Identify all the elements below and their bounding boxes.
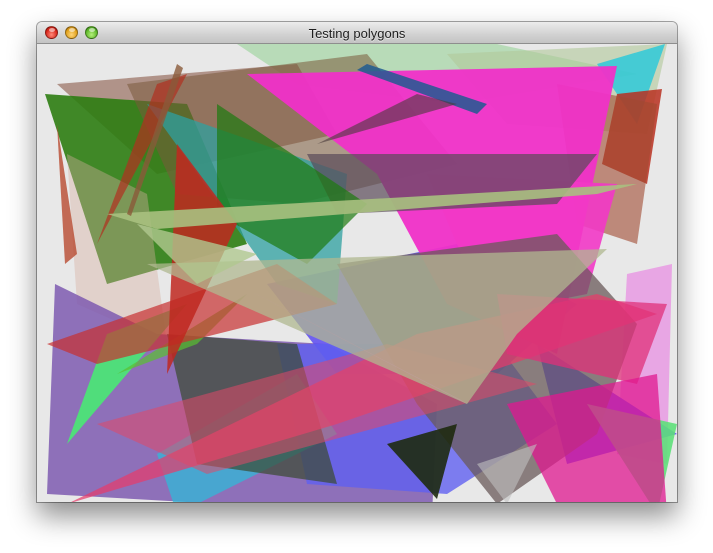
window-title: Testing polygons (308, 26, 406, 41)
polygon-canvas (37, 44, 677, 502)
title-bar[interactable]: Testing polygons (37, 22, 677, 44)
app-window: Testing polygons (37, 22, 677, 502)
